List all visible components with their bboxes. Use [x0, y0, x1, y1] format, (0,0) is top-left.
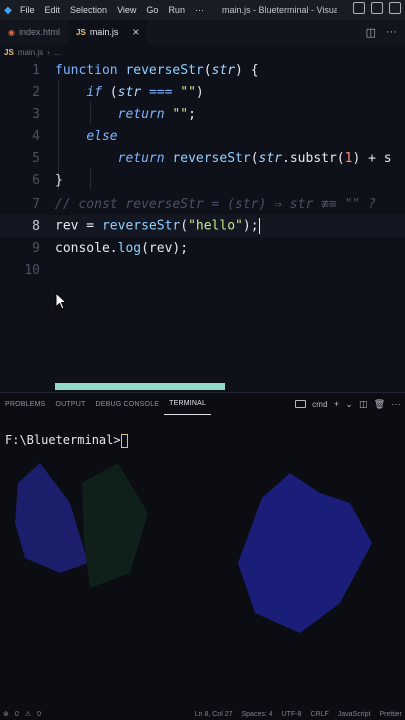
- breadcrumb-file[interactable]: main.js: [18, 48, 43, 57]
- line-ending[interactable]: CRLF: [310, 711, 328, 718]
- tab-terminal[interactable]: TERMINAL: [164, 393, 212, 415]
- line-number: 9: [32, 240, 40, 256]
- split-editor-icon[interactable]: ◫: [366, 26, 376, 39]
- layout-controls: [353, 2, 401, 14]
- split-terminal-icon[interactable]: ◫: [359, 399, 368, 410]
- code-line-7: // const reverseStr = (str) ⇒ str ≢≡ "" …: [55, 196, 376, 212]
- tab-label: index.html: [18, 27, 61, 37]
- cursor-position[interactable]: Ln 8, Col 27: [195, 711, 233, 718]
- background-shapes: [15, 463, 372, 633]
- horizontal-scrollbar[interactable]: [55, 383, 225, 390]
- status-left: ⊗ 0 ⚠ 0: [0, 710, 41, 719]
- mouse-pointer-icon: [55, 292, 67, 310]
- js-file-icon: JS: [76, 27, 86, 37]
- tab-main-js[interactable]: JS main.js ×: [68, 20, 148, 44]
- toggle-panel-icon[interactable]: [371, 2, 383, 14]
- vscode-logo-icon: ◆: [4, 4, 12, 16]
- code-line-1: function reverseStr(str) {: [55, 62, 259, 78]
- editor-tabs: ◉ index.html JS main.js × ◫ ···: [0, 20, 405, 44]
- bottom-panel: PROBLEMS OUTPUT DEBUG CONSOLE TERMINAL c…: [0, 392, 405, 708]
- terminal-cursor: [120, 433, 128, 448]
- line-number: 2: [32, 84, 40, 100]
- indentation[interactable]: Spaces: 4: [241, 711, 272, 718]
- code-line-2: if (str === ""): [86, 84, 204, 100]
- trash-icon[interactable]: 🗑: [374, 399, 386, 410]
- error-count[interactable]: 0: [15, 711, 19, 718]
- tab-problems[interactable]: PROBLEMS: [0, 393, 51, 415]
- line-number: 1: [32, 62, 40, 78]
- editor-actions: ◫ ···: [366, 20, 405, 44]
- warning-count[interactable]: 0: [37, 711, 41, 718]
- line-number: 3: [32, 106, 40, 122]
- formatter[interactable]: Prettier: [379, 711, 402, 718]
- menu-file[interactable]: File: [20, 5, 35, 15]
- line-number: 6: [32, 172, 40, 188]
- toggle-secondary-sidebar-icon[interactable]: [389, 2, 401, 14]
- code-line-4: else: [86, 128, 118, 144]
- new-terminal-icon[interactable]: +: [334, 399, 339, 409]
- more-actions-icon[interactable]: ···: [391, 399, 401, 409]
- code-line-8: rev = reverseStr("hello");: [55, 218, 260, 234]
- terminal-shell-label[interactable]: cmd: [312, 400, 328, 409]
- menu-view[interactable]: View: [117, 5, 136, 15]
- code-line-6: }: [55, 172, 63, 188]
- error-icon: ⊗: [3, 711, 9, 718]
- line-number: 10: [24, 262, 40, 278]
- window-title: main.js - Blueterminal - Visual ...: [221, 5, 337, 15]
- warning-icon: ⚠: [24, 711, 32, 718]
- toggle-sidebar-icon[interactable]: [353, 2, 365, 14]
- code-line-5: return reverseStr(str.substr(1) + s: [117, 150, 392, 166]
- tab-debug-console[interactable]: DEBUG CONSOLE: [90, 393, 164, 415]
- line-number: 5: [32, 150, 40, 166]
- menu-go[interactable]: Go: [146, 5, 158, 15]
- js-file-icon: JS: [4, 47, 14, 57]
- menu-more[interactable]: ···: [195, 5, 204, 15]
- code-line-3: return "";: [117, 106, 196, 122]
- tab-index-html[interactable]: ◉ index.html: [0, 20, 68, 44]
- code-editor[interactable]: 1 function reverseStr(str) { 2 if (str =…: [0, 58, 405, 380]
- code-line-9: console.log(rev);: [55, 240, 189, 256]
- language-mode[interactable]: JavaScript: [338, 711, 371, 718]
- tab-output[interactable]: OUTPUT: [51, 393, 91, 415]
- menu-edit[interactable]: Edit: [45, 5, 61, 15]
- terminal-output[interactable]: F:\Blueterminal>: [5, 433, 128, 448]
- chevron-down-icon[interactable]: ⌄: [345, 399, 353, 410]
- tab-label: main.js: [89, 27, 119, 37]
- html-file-icon: ◉: [8, 27, 15, 37]
- status-bar: ⊗ 0 ⚠ 0 Ln 8, Col 27 Spaces: 4 UTF-8 CRL…: [0, 708, 405, 720]
- menu-run[interactable]: Run: [168, 5, 185, 15]
- encoding[interactable]: UTF-8: [282, 711, 302, 718]
- menu-selection[interactable]: Selection: [70, 5, 107, 15]
- text-cursor: [258, 218, 260, 234]
- breadcrumb-more[interactable]: ...: [54, 48, 61, 57]
- panel-tabs: PROBLEMS OUTPUT DEBUG CONSOLE TERMINAL c…: [0, 393, 405, 415]
- close-icon[interactable]: ×: [132, 25, 139, 39]
- menu-bar: File Edit Selection View Go Run ···: [20, 5, 204, 15]
- title-bar: ◆ File Edit Selection View Go Run ··· ma…: [0, 0, 405, 20]
- more-actions-icon[interactable]: ···: [386, 26, 397, 38]
- status-right: Ln 8, Col 27 Spaces: 4 UTF-8 CRLF JavaSc…: [195, 711, 405, 718]
- line-number: 8: [32, 218, 40, 234]
- panel-actions: cmd + ⌄ ◫ 🗑 ···: [295, 399, 405, 410]
- line-number: 7: [32, 196, 40, 212]
- terminal-icon: [295, 400, 307, 408]
- terminal-prompt: F:\Blueterminal>: [5, 433, 121, 447]
- breadcrumb-separator: ›: [47, 47, 50, 57]
- line-number: 4: [32, 128, 40, 144]
